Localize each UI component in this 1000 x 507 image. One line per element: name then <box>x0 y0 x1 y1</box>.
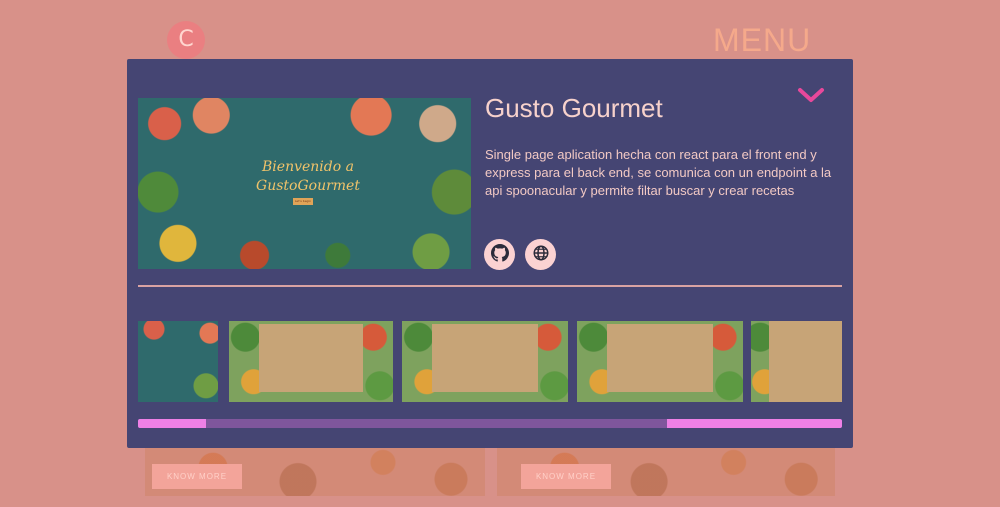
gallery-thumbnail[interactable] <box>751 321 842 402</box>
website-link-button[interactable] <box>525 239 556 270</box>
github-icon <box>490 243 509 266</box>
globe-icon <box>532 244 550 266</box>
project-title: Gusto Gourmet <box>485 93 663 123</box>
know-more-button[interactable]: KNOW MORE <box>152 464 242 489</box>
logo[interactable]: C <box>167 21 205 59</box>
gallery-thumbnail[interactable] <box>138 321 218 402</box>
hero-image-button: Let's begin <box>293 198 313 205</box>
menu-link[interactable]: MENU <box>713 22 811 59</box>
background-project-card: KNOW MORE <box>497 448 835 496</box>
gallery-thumbnail[interactable] <box>577 321 743 402</box>
gallery-scrollbar[interactable] <box>138 419 842 428</box>
project-hero-image: Bienvenido a GustoGourmet Let's begin <box>138 98 471 269</box>
gallery-thumbnail[interactable] <box>402 321 568 402</box>
project-detail-modal: Bienvenido a GustoGourmet Let's begin Gu… <box>127 59 853 448</box>
hero-image-heading: Bienvenido a GustoGourmet <box>256 159 360 194</box>
project-description: Single page aplication hecha con react p… <box>485 147 832 198</box>
github-link-button[interactable] <box>484 239 515 270</box>
know-more-button[interactable]: KNOW MORE <box>521 464 611 489</box>
screenshot-gallery[interactable] <box>138 321 842 402</box>
divider <box>138 285 842 287</box>
gallery-thumbnail[interactable] <box>229 321 393 402</box>
scrollbar-thumb[interactable] <box>206 419 667 428</box>
chevron-down-icon[interactable] <box>797 85 825 105</box>
background-project-card: KNOW MORE <box>145 448 485 496</box>
